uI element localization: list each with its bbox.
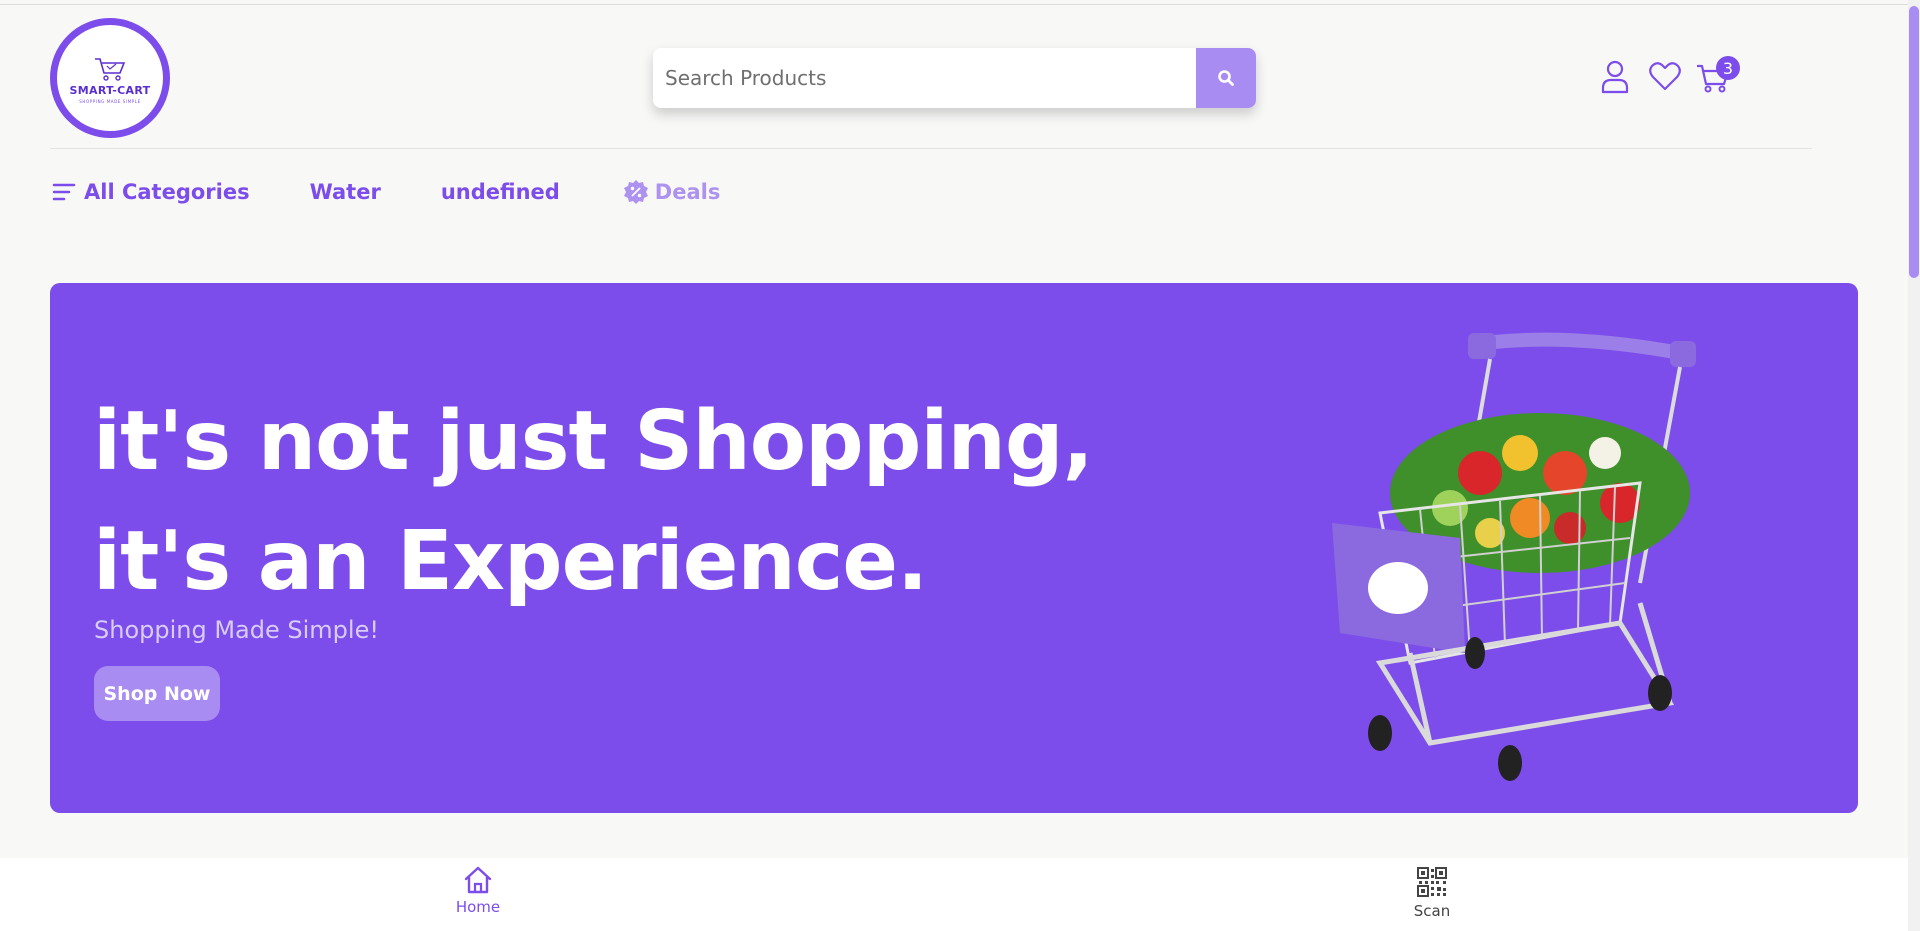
bottom-navigation: Home Scan [0,858,1908,931]
header-divider [50,148,1812,149]
scrollbar-thumb[interactable] [1909,6,1919,278]
bottom-nav-scan-label: Scan [1413,902,1451,920]
cart-count-badge: 3 [1716,56,1740,80]
hero-banner: it's not just Shopping, it's an Experien… [50,283,1858,813]
category-nav: All Categories Water undefined Deals [52,178,720,206]
hero-title: it's not just Shopping, it's an Experien… [93,394,1094,609]
bottom-nav-home[interactable]: Home [438,866,518,916]
heart-icon[interactable] [1648,58,1682,94]
search-bar [653,48,1256,108]
nav-item-undefined[interactable]: undefined [441,180,560,204]
site-logo[interactable]: SMART-CART SHOPPING MADE SIMPLE [50,18,170,138]
search-input[interactable] [653,48,1196,108]
logo-text: SMART-CART [69,84,151,97]
hero-cart-image [1332,332,1696,781]
nav-item-water[interactable]: Water [310,180,381,204]
nav-all-categories-label: All Categories [84,180,250,204]
bottom-nav-scan[interactable]: Scan [1392,866,1472,920]
nav-deals-label: Deals [654,180,721,204]
user-icon[interactable] [1598,58,1632,94]
bottom-nav-home-label: Home [455,898,501,916]
logo-cart-icon [95,58,126,81]
search-icon [1218,70,1234,86]
shop-now-button[interactable]: Shop Now [94,666,220,721]
menu-icon [52,183,76,201]
logo-tagline: SHOPPING MADE SIMPLE [79,99,141,104]
hero-subtitle: Shopping Made Simple! [94,616,379,644]
discount-badge-icon [623,180,648,204]
home-icon [464,866,492,894]
nav-deals[interactable]: Deals [623,179,721,205]
search-button[interactable] [1196,48,1256,108]
nav-all-categories[interactable]: All Categories [52,180,250,204]
top-divider [0,4,1908,5]
qr-code-icon [1417,867,1447,897]
